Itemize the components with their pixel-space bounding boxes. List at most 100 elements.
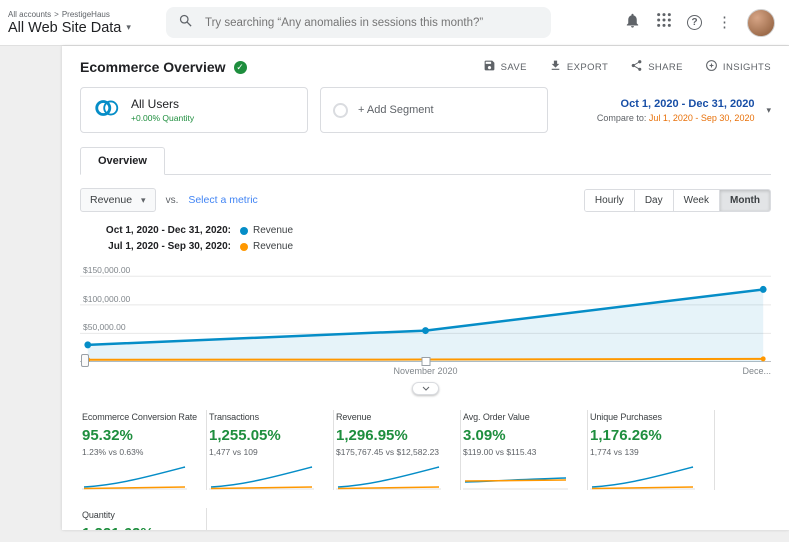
x-axis-label-center: November 2020 bbox=[393, 366, 458, 376]
save-icon bbox=[483, 59, 496, 75]
scorecard-label: Unique Purchases bbox=[590, 412, 662, 422]
vs-label: vs. bbox=[165, 194, 179, 206]
apps-grid-icon[interactable] bbox=[656, 12, 672, 33]
scorecard-value: 1,296.95% bbox=[336, 427, 408, 444]
breadcrumb-separator: > bbox=[54, 9, 59, 19]
report-card: Ecommerce Overview ✓ SAVE EXPORT SHARE I… bbox=[62, 46, 789, 530]
sparkline bbox=[336, 466, 441, 490]
segment-row: All Users +0.00% Quantity + Add Segment … bbox=[80, 87, 771, 133]
scorecard-label: Revenue bbox=[336, 412, 372, 422]
account-selector[interactable]: All accounts > PrestigeHaus All Web Site… bbox=[8, 10, 148, 36]
y-axis-tick: $150,000.00 bbox=[81, 265, 133, 276]
granularity-week[interactable]: Week bbox=[672, 189, 719, 211]
metric-dropdown[interactable]: Revenue ▾ bbox=[80, 188, 156, 212]
chevron-down-icon: ▾ bbox=[766, 104, 771, 115]
insights-icon bbox=[705, 59, 718, 75]
sparkline bbox=[209, 466, 314, 490]
sparkline bbox=[463, 477, 568, 490]
explorer-controls: Revenue ▾ vs. Select a metric Hourly Day… bbox=[80, 188, 771, 212]
export-label: EXPORT bbox=[566, 61, 609, 73]
more-options-icon[interactable]: ⋮ bbox=[717, 15, 732, 30]
scorecard-value: 1,176.26% bbox=[590, 427, 662, 444]
segment-name: All Users bbox=[131, 97, 180, 111]
chevron-down-icon: ▾ bbox=[141, 194, 146, 205]
scorecard-comparison: 1,477 vs 109 bbox=[209, 447, 258, 457]
export-button[interactable]: EXPORT bbox=[549, 59, 608, 75]
report-actions: SAVE EXPORT SHARE INSIGHTS bbox=[483, 59, 771, 75]
report-header: Ecommerce Overview ✓ SAVE EXPORT SHARE I… bbox=[80, 59, 771, 75]
y-axis-tick: $50,000.00 bbox=[81, 322, 128, 333]
scorecard-value: 95.32% bbox=[82, 427, 133, 444]
segment-all-users[interactable]: All Users +0.00% Quantity bbox=[80, 87, 308, 133]
scorecard-avg-order-value: Avg. Order Value 3.09% $119.00 vs $115.4… bbox=[461, 410, 588, 490]
export-icon bbox=[549, 59, 562, 75]
save-button[interactable]: SAVE bbox=[483, 59, 527, 75]
scorecard-label: Avg. Order Value bbox=[463, 412, 530, 422]
scorecard-label: Ecommerce Conversion Rate bbox=[82, 412, 198, 422]
granularity-group: Hourly Day Week Month bbox=[583, 188, 771, 212]
save-label: SAVE bbox=[500, 61, 527, 73]
granularity-day[interactable]: Day bbox=[633, 189, 673, 211]
breadcrumb-account[interactable]: PrestigeHaus bbox=[62, 10, 110, 19]
sparkline bbox=[590, 466, 695, 490]
page-background: Ecommerce Overview ✓ SAVE EXPORT SHARE I… bbox=[0, 46, 789, 542]
scorecard-label: Transactions bbox=[209, 412, 259, 422]
select-metric-link[interactable]: Select a metric bbox=[188, 194, 257, 206]
legend-dot-compare bbox=[240, 242, 248, 251]
share-icon bbox=[630, 59, 643, 75]
topbar-actions: ? ⋮ bbox=[624, 8, 775, 37]
timeline-scrubber[interactable] bbox=[421, 357, 430, 366]
breadcrumb-root[interactable]: All accounts bbox=[8, 10, 51, 19]
granularity-hourly[interactable]: Hourly bbox=[584, 189, 634, 211]
legend-dot-primary bbox=[240, 226, 248, 235]
breadcrumb[interactable]: All accounts > PrestigeHaus bbox=[8, 10, 148, 19]
scorecards: Ecommerce Conversion Rate 95.32% 1.23% v… bbox=[80, 410, 771, 530]
scorecard-comparison: 1,774 vs 139 bbox=[590, 447, 639, 457]
tab-bar: Overview bbox=[80, 146, 771, 175]
scorecard-value: 1,255.05% bbox=[209, 427, 281, 444]
date-range-selector[interactable]: Oct 1, 2020 - Dec 31, 2020 Compare to: J… bbox=[597, 98, 771, 123]
legend-compare-item: Revenue bbox=[240, 241, 771, 252]
scorecard-ecommerce-conversion-rate: Ecommerce Conversion Rate 95.32% 1.23% v… bbox=[80, 410, 207, 490]
scorecard-revenue: Revenue 1,296.95% $175,767.45 vs $12,582… bbox=[334, 410, 461, 490]
view-name[interactable]: All Web Site Data bbox=[8, 20, 121, 36]
add-segment-button[interactable]: + Add Segment bbox=[320, 87, 548, 133]
segment-venn-icon bbox=[93, 97, 121, 124]
date-range-primary: Oct 1, 2020 - Dec 31, 2020 bbox=[620, 97, 755, 110]
search-bar[interactable] bbox=[166, 7, 551, 38]
legend-primary-metric: Revenue bbox=[253, 225, 294, 236]
compare-label: Compare to: bbox=[596, 112, 649, 123]
scorecard-unique-purchases: Unique Purchases 1,176.26% 1,774 vs 139 bbox=[588, 410, 715, 490]
y-axis-tick: $100,000.00 bbox=[81, 293, 133, 304]
page-title: Ecommerce Overview bbox=[80, 59, 226, 75]
metric-dropdown-value: Revenue bbox=[90, 194, 133, 206]
avatar[interactable] bbox=[747, 8, 775, 37]
search-icon bbox=[178, 13, 193, 33]
segment-detail: +0.00% Quantity bbox=[131, 113, 195, 123]
timeseries-svg bbox=[80, 275, 771, 362]
scorecard-transactions: Transactions 1,255.05% 1,477 vs 109 bbox=[207, 410, 334, 490]
share-label: SHARE bbox=[648, 61, 683, 73]
scorecard-label: Quantity bbox=[82, 510, 115, 520]
chart-legend: Oct 1, 2020 - Dec 31, 2020: Revenue Jul … bbox=[80, 225, 771, 252]
legend-compare-metric: Revenue bbox=[253, 241, 294, 252]
scorecard-quantity: Quantity 1,221.62% 1,956 vs 148 bbox=[80, 508, 207, 530]
verified-check-icon: ✓ bbox=[233, 60, 247, 74]
x-axis-label-right: Dece... bbox=[742, 366, 771, 376]
sparkline bbox=[82, 466, 187, 490]
date-range-compare: Compare to: Jul 1, 2020 - Sep 30, 2020 bbox=[597, 113, 755, 123]
granularity-month[interactable]: Month bbox=[719, 189, 770, 211]
search-input[interactable] bbox=[203, 15, 539, 30]
legend-primary-item: Revenue bbox=[240, 225, 771, 236]
legend-primary-range: Oct 1, 2020 - Dec 31, 2020: bbox=[105, 225, 231, 236]
tab-overview[interactable]: Overview bbox=[80, 147, 165, 175]
share-button[interactable]: SHARE bbox=[630, 59, 683, 75]
timeline-drag-handle[interactable] bbox=[412, 382, 439, 395]
insights-button[interactable]: INSIGHTS bbox=[705, 59, 771, 75]
add-segment-label: + Add Segment bbox=[358, 104, 434, 116]
scorecard-value: 3.09% bbox=[463, 427, 506, 444]
help-icon[interactable]: ? bbox=[687, 15, 702, 30]
insights-label: INSIGHTS bbox=[722, 61, 771, 73]
notifications-icon[interactable] bbox=[624, 12, 641, 34]
scorecard-comparison: $119.00 vs $115.43 bbox=[463, 447, 537, 457]
